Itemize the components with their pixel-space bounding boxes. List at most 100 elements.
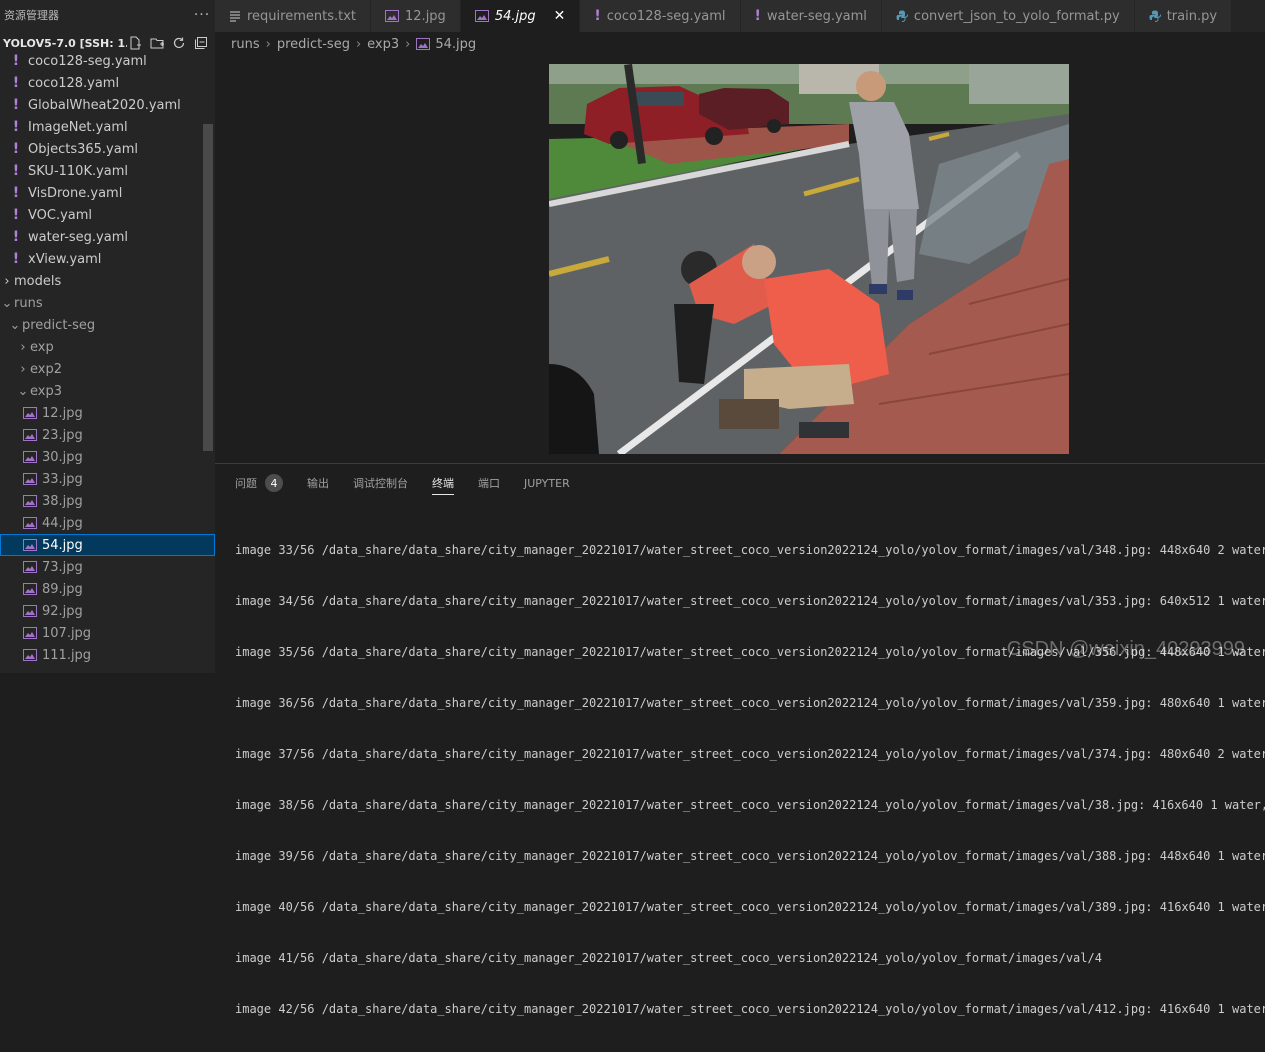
chevron-right-icon: › — [4, 273, 10, 289]
yaml-file-icon: ! — [12, 251, 20, 267]
tree-item-image[interactable]: 92.jpg — [0, 600, 215, 622]
file-label: 89.jpg — [42, 581, 83, 597]
tab-jupyter[interactable]: JUPYTER — [524, 464, 570, 502]
file-label: coco128.yaml — [28, 75, 120, 91]
tree-item-image[interactable]: 44.jpg — [0, 512, 215, 534]
yaml-file-icon: ! — [594, 8, 601, 24]
tree-item-yaml[interactable]: ! VisDrone.yaml — [0, 182, 215, 204]
more-actions-icon[interactable]: ··· — [189, 7, 215, 23]
image-file-icon — [22, 561, 38, 573]
image-file-icon — [416, 38, 431, 50]
tree-item-yaml[interactable]: ! coco128.yaml — [0, 72, 215, 94]
panel-tabs: 问题 4 输出 调试控制台 终端 端口 JUPYTER — [215, 464, 1265, 502]
refresh-icon[interactable] — [171, 35, 187, 51]
tree-item-yaml[interactable]: ! VOC.yaml — [0, 204, 215, 226]
folder-label: exp — [30, 339, 54, 355]
tab-label: coco128-seg.yaml — [606, 8, 726, 24]
tab-train-py[interactable]: train.py — [1134, 0, 1233, 32]
chevron-down-icon: ⌄ — [17, 383, 29, 399]
terminal-line: image 36/56 /data_share/data_share/city_… — [235, 696, 1265, 710]
terminal-line: image 33/56 /data_share/data_share/city_… — [235, 543, 1265, 557]
chevron-down-icon: ⌄ — [9, 317, 21, 333]
tree-item-image[interactable]: 30.jpg — [0, 446, 215, 468]
image-viewer — [215, 56, 1265, 463]
breadcrumb-item[interactable]: 54.jpg — [435, 37, 476, 52]
image-file-icon — [22, 407, 38, 419]
tree-folder-models[interactable]: › models — [0, 270, 215, 292]
tab-label: 54.jpg — [494, 8, 536, 24]
chevron-right-icon: › — [265, 36, 271, 52]
tab-54-jpg[interactable]: 54.jpg ✕ — [460, 0, 581, 32]
terminal-line: image 42/56 /data_share/data_share/city_… — [235, 1002, 1265, 1016]
file-label: 92.jpg — [42, 603, 83, 619]
terminal-line: image 34/56 /data_share/data_share/city_… — [235, 594, 1265, 608]
file-label: VisDrone.yaml — [28, 185, 123, 201]
yaml-file-icon: ! — [12, 207, 20, 223]
tree-item-image[interactable]: 111.jpg — [0, 644, 215, 666]
breadcrumb-item[interactable]: exp3 — [367, 37, 399, 52]
file-label: coco128-seg.yaml — [28, 53, 147, 69]
image-file-icon — [474, 10, 489, 22]
folder-label: models — [14, 273, 62, 289]
tree-item-yaml[interactable]: ! SKU-110K.yaml — [0, 160, 215, 182]
tree-item-image[interactable]: 12.jpg — [0, 402, 215, 424]
tree-item-yaml[interactable]: ! ImageNet.yaml — [0, 116, 215, 138]
yaml-file-icon: ! — [12, 141, 20, 157]
tree-item-image-selected[interactable]: 54.jpg — [0, 534, 215, 556]
tab-debug-console[interactable]: 调试控制台 — [353, 464, 408, 502]
tree-item-yaml[interactable]: ! water-seg.yaml — [0, 226, 215, 248]
new-file-icon[interactable] — [127, 35, 143, 51]
new-folder-icon[interactable] — [149, 35, 165, 51]
bottom-panel: 问题 4 输出 调试控制台 终端 端口 JUPYTER image 33/56 … — [215, 463, 1265, 1016]
tab-requirements[interactable]: requirements.txt — [215, 0, 372, 32]
tree-folder-exp3[interactable]: ⌄ exp3 — [0, 380, 215, 402]
tree-item-yaml[interactable]: ! GlobalWheat2020.yaml — [0, 94, 215, 116]
preview-photo — [549, 64, 1069, 454]
tab-ports[interactable]: 端口 — [478, 464, 500, 502]
sidebar-scrollbar[interactable] — [203, 124, 213, 451]
explorer-sidebar: 资源管理器 ··· YOLOV5-7.0 [SSH: 1... ! coco128… — [0, 0, 215, 673]
python-file-icon — [1149, 10, 1161, 22]
close-icon[interactable]: ✕ — [554, 8, 566, 24]
terminal-output[interactable]: image 33/56 /data_share/data_share/city_… — [215, 502, 1265, 1052]
tab-problems[interactable]: 问题 4 — [235, 464, 283, 502]
tab-water-seg-yaml[interactable]: ! water-seg.yaml — [740, 0, 882, 32]
tree-item-yaml[interactable]: ! coco128-seg.yaml — [0, 50, 215, 72]
tree-item-image[interactable]: 73.jpg — [0, 556, 215, 578]
tree-item-image[interactable]: 23.jpg — [0, 424, 215, 446]
tree-item-image[interactable]: 38.jpg — [0, 490, 215, 512]
file-label: ImageNet.yaml — [28, 119, 128, 135]
tab-coco128-seg-yaml[interactable]: ! coco128-seg.yaml — [580, 0, 741, 32]
tab-output[interactable]: 输出 — [307, 464, 329, 502]
yaml-file-icon: ! — [12, 97, 20, 113]
tab-convert-json[interactable]: convert_json_to_yolo_format.py — [881, 0, 1135, 32]
image-file-icon — [22, 451, 38, 463]
yaml-file-icon: ! — [12, 185, 20, 201]
tree-folder-exp2[interactable]: › exp2 — [0, 358, 215, 380]
yaml-file-icon: ! — [12, 119, 20, 135]
breadcrumb-item[interactable]: runs — [231, 37, 260, 52]
terminal-line: image 38/56 /data_share/data_share/city_… — [235, 798, 1265, 812]
image-file-icon — [22, 539, 38, 551]
file-label: 23.jpg — [42, 427, 83, 443]
tree-item-yaml[interactable]: ! xView.yaml — [0, 248, 215, 270]
tree-folder-runs[interactable]: ⌄ runs — [0, 292, 215, 314]
folder-label: predict-seg — [22, 317, 96, 333]
file-label: xView.yaml — [28, 251, 102, 267]
tree-item-image[interactable]: 107.jpg — [0, 622, 215, 644]
tab-label: train.py — [1166, 8, 1218, 24]
tree-folder-exp[interactable]: › exp — [0, 336, 215, 358]
image-file-icon — [22, 473, 38, 485]
tree-folder-predict-seg[interactable]: ⌄ predict-seg — [0, 314, 215, 336]
tab-label: 12.jpg — [405, 8, 446, 24]
collapse-all-icon[interactable] — [193, 35, 209, 51]
breadcrumb-item[interactable]: predict-seg — [277, 37, 350, 52]
tab-12-jpg[interactable]: 12.jpg — [371, 0, 461, 32]
tree-item-image[interactable]: 33.jpg — [0, 468, 215, 490]
file-label: 54.jpg — [42, 537, 83, 553]
chevron-down-icon: ⌄ — [1, 295, 13, 311]
tab-terminal[interactable]: 终端 — [432, 464, 454, 502]
yaml-file-icon: ! — [12, 75, 20, 91]
tree-item-image[interactable]: 89.jpg — [0, 578, 215, 600]
tree-item-yaml[interactable]: ! Objects365.yaml — [0, 138, 215, 160]
